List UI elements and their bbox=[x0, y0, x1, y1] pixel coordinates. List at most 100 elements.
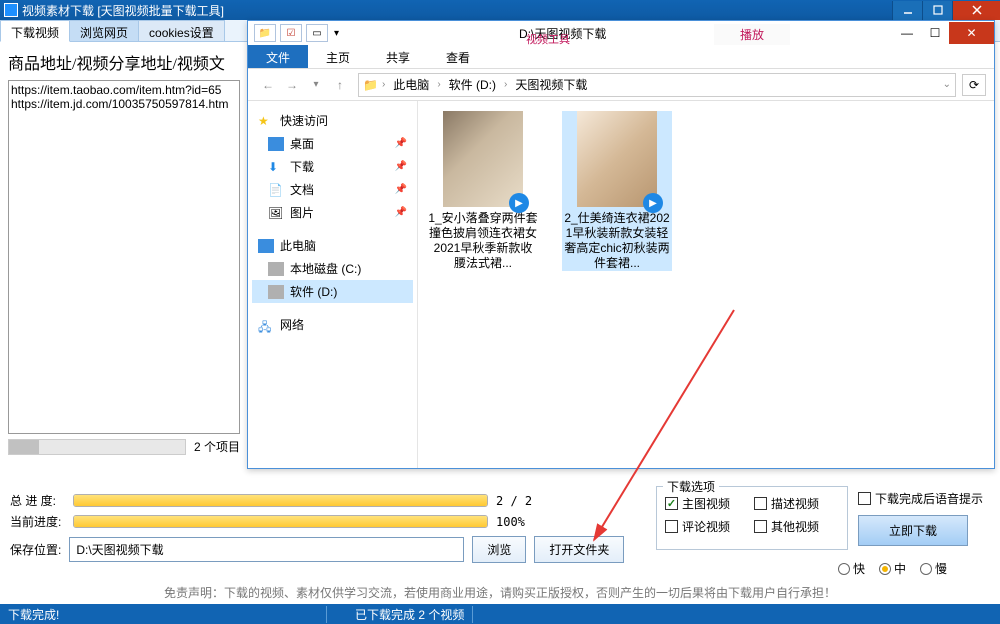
radio-icon bbox=[838, 563, 850, 575]
star-icon: ★ bbox=[258, 114, 274, 128]
save-location-label: 保存位置: bbox=[10, 541, 61, 558]
current-progress-bar bbox=[73, 515, 488, 528]
ribbon-share[interactable]: 共享 bbox=[368, 45, 428, 68]
status-bar: 下载完成! 已下载完成 2 个视频 bbox=[0, 604, 1000, 624]
checkbox-other-video[interactable]: 其他视频 bbox=[754, 518, 839, 535]
checkbox-icon bbox=[754, 497, 767, 510]
checkbox-comment-video[interactable]: 评论视频 bbox=[665, 518, 750, 535]
window-title: 视频素材下载 [天图视频批量下载工具] bbox=[22, 2, 224, 19]
pc-icon bbox=[258, 239, 274, 253]
chevron-down-icon[interactable]: ⌄ bbox=[943, 79, 951, 90]
nav-this-pc[interactable]: 此电脑 bbox=[252, 234, 413, 257]
radio-slow[interactable]: 慢 bbox=[920, 560, 947, 577]
tab-download[interactable]: 下载视频 bbox=[0, 20, 70, 42]
nav-history-button[interactable]: ▾ bbox=[304, 73, 328, 97]
radio-icon bbox=[879, 563, 891, 575]
ribbon-home[interactable]: 主页 bbox=[308, 45, 368, 68]
checkbox-icon bbox=[754, 520, 767, 533]
explorer-minimize-button[interactable]: — bbox=[893, 22, 921, 44]
explorer-close-button[interactable]: ✕ bbox=[949, 22, 994, 44]
checkbox-icon bbox=[858, 492, 871, 505]
current-progress-label: 当前进度: bbox=[10, 513, 65, 530]
nav-quick-access[interactable]: ★快速访问 bbox=[252, 109, 413, 132]
qat-new-icon[interactable]: ▭ bbox=[306, 24, 328, 42]
total-progress-label: 总 进 度: bbox=[10, 492, 65, 509]
disclaimer-text: 免责声明：下载的视频、素材仅供学习交流，若使用商业用途，请购买正版授权，否则产生… bbox=[0, 584, 1000, 601]
folder-icon: 📁 bbox=[363, 78, 378, 92]
address-bar[interactable]: 📁 › 此电脑 › 软件 (D:) › 天图视频下载 ⌄ bbox=[358, 73, 956, 97]
save-location-input[interactable]: D:\天图视频下载 bbox=[69, 537, 464, 562]
file-item[interactable]: ▶ 2_仕美绮连衣裙2021早秋装新款女装轻奢高定chic初秋装两件套裙... bbox=[562, 111, 672, 271]
explorer-window: 📁 ☑ ▭ ▾ D:\天图视频下载 — ☐ ✕ 文件 主页 共享 查看 视频工具… bbox=[247, 20, 995, 469]
crumb-drive[interactable]: 软件 (D:) bbox=[445, 76, 500, 93]
checkbox-icon bbox=[665, 497, 678, 510]
url-textarea[interactable]: https://item.taobao.com/item.htm?id=65 h… bbox=[8, 80, 240, 434]
qat-check-icon[interactable]: ☑ bbox=[280, 24, 302, 42]
play-badge-icon: ▶ bbox=[509, 193, 529, 213]
pin-icon: 📌 bbox=[395, 138, 407, 149]
ribbon-tabs: 文件 主页 共享 查看 视频工具 bbox=[248, 45, 994, 69]
crumb-folder[interactable]: 天图视频下载 bbox=[511, 76, 591, 93]
maximize-button[interactable] bbox=[922, 1, 952, 20]
ribbon-view[interactable]: 查看 bbox=[428, 45, 488, 68]
disk-icon bbox=[268, 262, 284, 276]
radio-medium[interactable]: 中 bbox=[879, 560, 906, 577]
items-count: 2 个项目 bbox=[194, 438, 240, 455]
nav-local-d[interactable]: 软件 (D:) bbox=[252, 280, 413, 303]
ribbon-file[interactable]: 文件 bbox=[248, 45, 308, 68]
window-controls bbox=[892, 1, 1000, 20]
video-thumbnail: ▶ bbox=[443, 111, 523, 207]
url-hscroll[interactable]: 2 个项目 bbox=[8, 438, 240, 455]
nav-documents[interactable]: 📄文档📌 bbox=[252, 178, 413, 201]
ribbon-play-context[interactable]: 播放 bbox=[714, 24, 790, 45]
file-item[interactable]: ▶ 1_安小落叠穿两件套撞色披肩领连衣裙女2021早秋季新款收腰法式裙... bbox=[428, 111, 538, 271]
browse-button[interactable]: 浏览 bbox=[472, 536, 526, 563]
speed-radios: 快 中 慢 bbox=[838, 560, 947, 577]
main-titlebar: 视频素材下载 [天图视频批量下载工具] bbox=[0, 0, 1000, 20]
download-options-group: 下载选项 主图视频 描述视频 评论视频 其他视频 bbox=[656, 486, 848, 550]
nav-back-button[interactable]: ← bbox=[256, 73, 280, 97]
nav-desktop[interactable]: 桌面📌 bbox=[252, 132, 413, 155]
qat-folder-icon[interactable]: 📁 bbox=[254, 24, 276, 42]
pin-icon: 📌 bbox=[395, 207, 407, 218]
app-icon bbox=[4, 3, 18, 17]
url-line: https://item.taobao.com/item.htm?id=65 bbox=[11, 83, 237, 97]
video-thumbnail: ▶ bbox=[577, 111, 657, 207]
checkbox-voice-prompt[interactable]: 下载完成后语音提示 bbox=[858, 490, 983, 507]
crumb-pc[interactable]: 此电脑 bbox=[389, 76, 433, 93]
play-badge-icon: ▶ bbox=[643, 193, 663, 213]
ribbon-context-label: 视频工具 bbox=[508, 27, 588, 50]
checkbox-desc-video[interactable]: 描述视频 bbox=[754, 495, 839, 512]
file-name: 2_仕美绮连衣裙2021早秋装新款女装轻奢高定chic初秋装两件套裙... bbox=[562, 211, 672, 271]
file-name: 1_安小落叠穿两件套撞色披肩领连衣裙女2021早秋季新款收腰法式裙... bbox=[428, 211, 538, 271]
explorer-maximize-button[interactable]: ☐ bbox=[921, 22, 949, 44]
current-progress-value: 100% bbox=[496, 515, 525, 529]
qat-dropdown-icon[interactable]: ▾ bbox=[334, 28, 339, 39]
tab-browse[interactable]: 浏览网页 bbox=[69, 20, 139, 41]
pin-icon: 📌 bbox=[395, 161, 407, 172]
nav-forward-button[interactable]: → bbox=[280, 73, 304, 97]
total-progress-bar bbox=[73, 494, 488, 507]
disk-icon bbox=[268, 285, 284, 299]
checkbox-main-video[interactable]: 主图视频 bbox=[665, 495, 750, 512]
file-pane[interactable]: ▶ 1_安小落叠穿两件套撞色披肩领连衣裙女2021早秋季新款收腰法式裙... ▶… bbox=[418, 101, 994, 468]
nav-up-button[interactable]: ↑ bbox=[328, 73, 352, 97]
radio-icon bbox=[920, 563, 932, 575]
nav-pane: ★快速访问 桌面📌 ⬇下载📌 📄文档📌 🖼图片📌 此电脑 本地磁盘 (C:) 软… bbox=[248, 101, 418, 468]
url-line: https://item.jd.com/10035750597814.htm bbox=[11, 97, 237, 111]
tab-cookies[interactable]: cookies设置 bbox=[138, 20, 225, 41]
pin-icon: 📌 bbox=[395, 184, 407, 195]
radio-fast[interactable]: 快 bbox=[838, 560, 865, 577]
close-button[interactable] bbox=[952, 1, 1000, 20]
desktop-icon bbox=[268, 137, 284, 151]
nav-downloads[interactable]: ⬇下载📌 bbox=[252, 155, 413, 178]
nav-pictures[interactable]: 🖼图片📌 bbox=[252, 201, 413, 224]
download-icon: ⬇ bbox=[268, 160, 284, 174]
minimize-button[interactable] bbox=[892, 1, 922, 20]
picture-icon: 🖼 bbox=[268, 206, 284, 220]
refresh-button[interactable]: ⟳ bbox=[962, 74, 986, 96]
open-folder-button[interactable]: 打开文件夹 bbox=[534, 536, 624, 563]
nav-local-c[interactable]: 本地磁盘 (C:) bbox=[252, 257, 413, 280]
download-now-button[interactable]: 立即下载 bbox=[858, 515, 968, 546]
nav-network[interactable]: 🖧网络 bbox=[252, 313, 413, 336]
